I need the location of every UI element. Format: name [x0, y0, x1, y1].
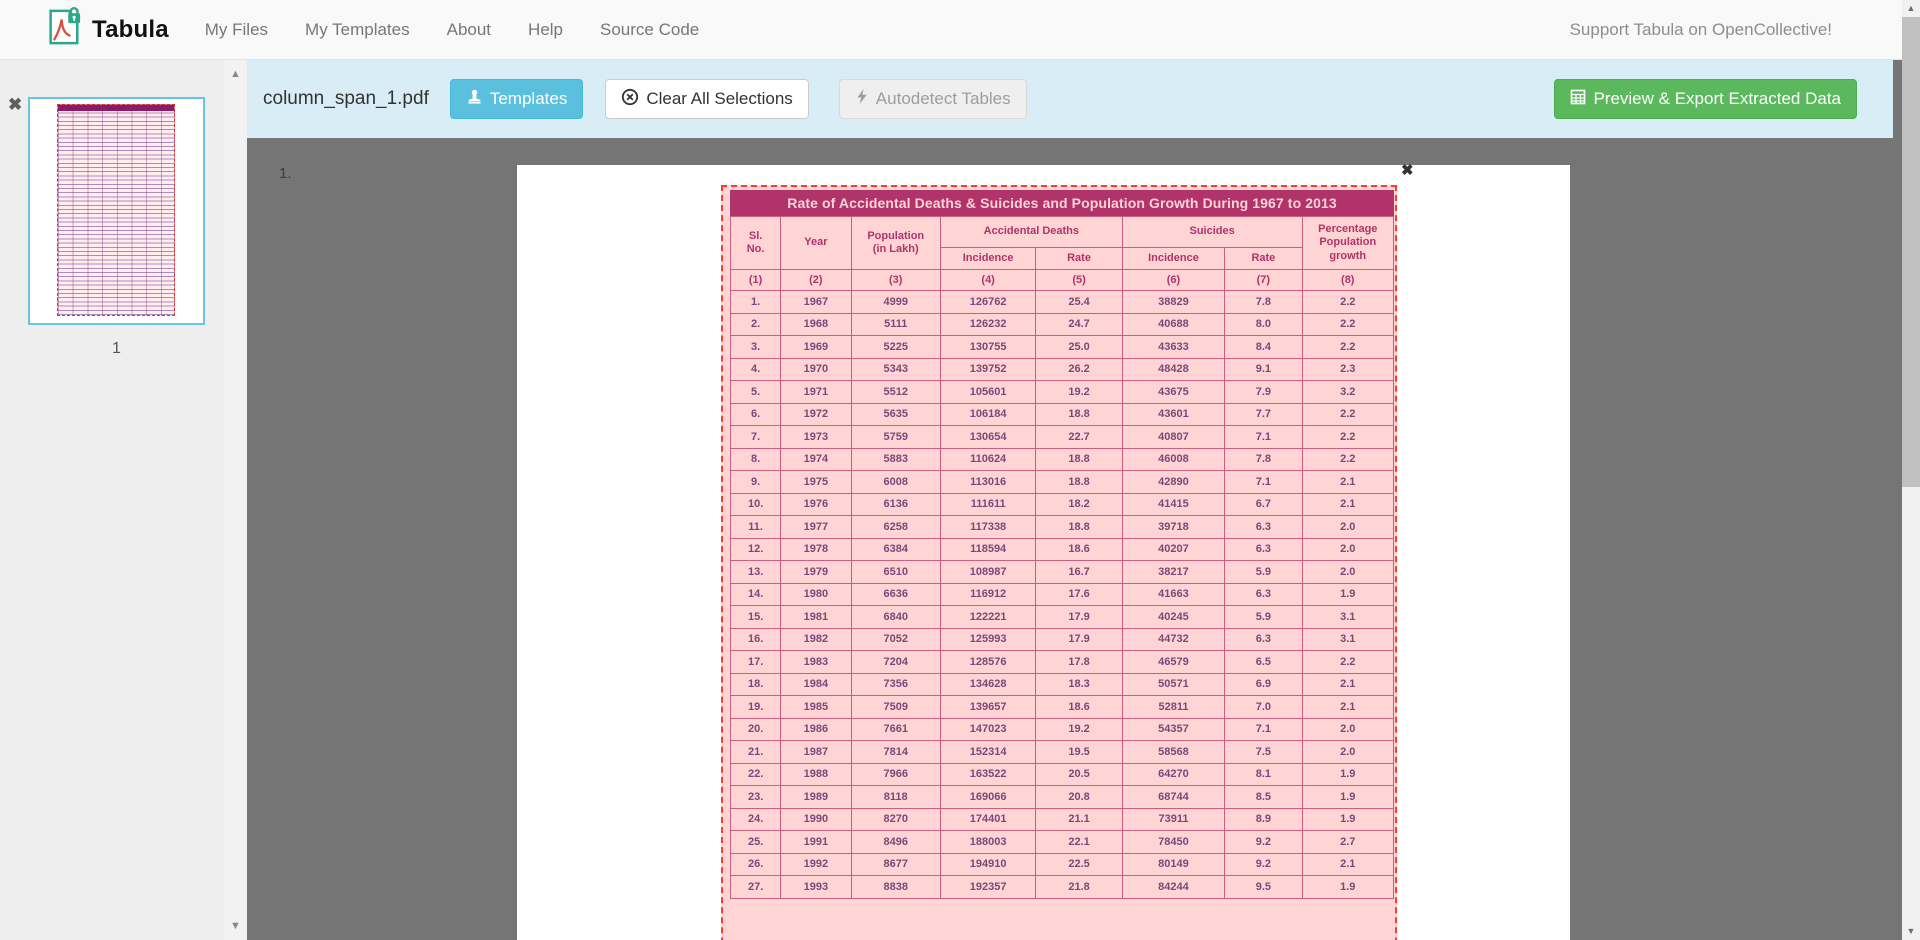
- toolbar-gap: [1893, 60, 1902, 138]
- nav-link-source-code[interactable]: Source Code: [600, 20, 699, 40]
- nav-link-about[interactable]: About: [447, 20, 491, 40]
- selection-close-icon[interactable]: ✖: [1401, 163, 1414, 178]
- document-toolbar: column_span_1.pdf Templates Clear All Se…: [247, 60, 1893, 138]
- templates-button[interactable]: Templates: [450, 79, 583, 119]
- nav-link-help[interactable]: Help: [528, 20, 563, 40]
- sidebar-scroll-up-icon[interactable]: ▲: [224, 68, 247, 80]
- sidebar-scroll-down-icon[interactable]: ▼: [224, 920, 247, 932]
- tabula-logo-icon: [44, 6, 82, 53]
- top-navbar: Tabula My Files My Templates About Help Sour…: [0, 0, 1902, 60]
- clear-button-label: Clear All Selections: [646, 89, 792, 109]
- nav-link-my-files[interactable]: My Files: [205, 20, 268, 40]
- thumbnail-table-title-bar: [58, 105, 174, 111]
- export-button-label: Preview & Export Extracted Data: [1593, 89, 1841, 109]
- brand-name: Tabula: [92, 16, 169, 44]
- autodetect-tables-button[interactable]: Autodetect Tables: [839, 79, 1027, 119]
- page-number-marker: 1.: [279, 165, 292, 182]
- tabula-brand[interactable]: Tabula: [44, 6, 169, 53]
- document-filename: column_span_1.pdf: [263, 88, 429, 110]
- window-scrollbar[interactable]: ▲ ▼: [1902, 0, 1920, 940]
- templates-button-label: Templates: [490, 89, 567, 109]
- window-scroll-up-icon[interactable]: ▲: [1902, 0, 1920, 17]
- thumbnail-page-number: 1: [28, 340, 205, 358]
- lightning-bolt-icon: [855, 88, 869, 110]
- preview-export-button[interactable]: Preview & Export Extracted Data: [1554, 79, 1857, 119]
- page-thumbnail-sidebar: ✖ 1: [0, 60, 224, 940]
- circle-x-icon: [621, 88, 639, 111]
- window-scroll-down-icon[interactable]: ▼: [1902, 923, 1920, 940]
- tabula-app: Tabula My Files My Templates About Help Sour…: [0, 0, 1920, 940]
- sidebar-scrollbar[interactable]: ▲ ▼: [224, 60, 247, 940]
- page-thumbnail[interactable]: [28, 97, 205, 325]
- stamp-icon: [466, 89, 483, 110]
- pdf-page[interactable]: Rate of Accidental Deaths & Suicides and…: [517, 165, 1570, 940]
- main-nav: My Files My Templates About Help Source Code: [205, 20, 699, 40]
- thumbnail-table-preview: [57, 104, 175, 316]
- nav-link-my-templates[interactable]: My Templates: [305, 20, 410, 40]
- pdf-canvas-area: 1. Rate of Accidental Deaths & Suicides …: [247, 138, 1902, 940]
- close-file-icon[interactable]: ✖: [8, 96, 22, 113]
- table-selection-overlay[interactable]: [721, 185, 1397, 940]
- clear-all-selections-button[interactable]: Clear All Selections: [605, 79, 808, 119]
- autodetect-button-label: Autodetect Tables: [876, 89, 1011, 109]
- support-link[interactable]: Support Tabula on OpenCollective!: [1570, 20, 1832, 40]
- window-scrollbar-thumb[interactable]: [1902, 17, 1920, 487]
- spreadsheet-icon: [1570, 89, 1586, 110]
